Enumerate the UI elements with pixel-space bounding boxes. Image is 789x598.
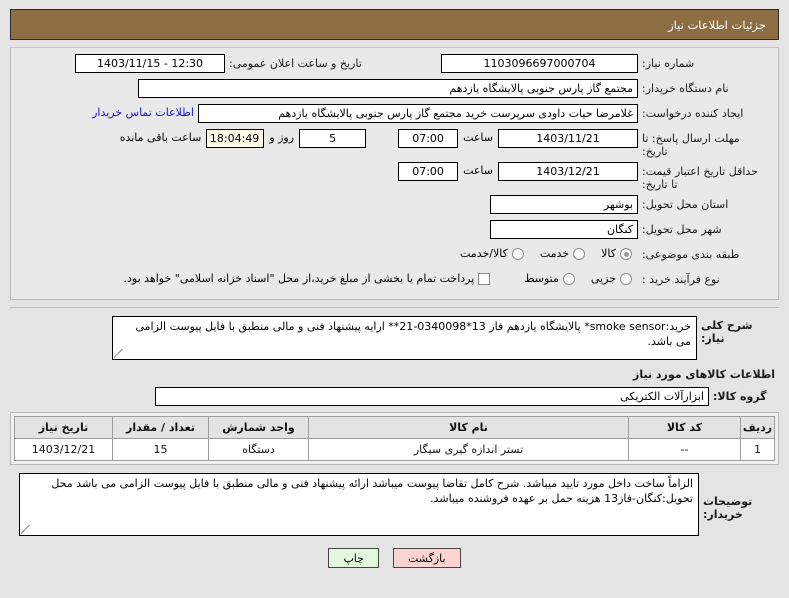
- radio-category-khedmat[interactable]: [573, 248, 586, 260]
- label-process-motavasset: متوسط: [524, 272, 559, 285]
- cell-unit: دستگاه: [208, 438, 309, 461]
- row-need-description: شرح کلی نیاز: خرید:smoke sensor* پالایشگ…: [10, 316, 779, 360]
- cell-need-date: 1403/12/21: [14, 438, 113, 461]
- goods-table: ردیف کد کالا نام کالا واحد شمارش تعداد /…: [14, 416, 775, 461]
- row-buyer-notes: توضیحات خریدار: الزاماً ساخت داخل مورد ت…: [10, 473, 779, 536]
- radio-category-kala-khedmat[interactable]: [511, 248, 524, 260]
- row-buyer-org: نام دستگاه خریدار: مجتمع گاز پارس جنوبی …: [19, 79, 770, 100]
- row-category: طبقه بندی موضوعی: کالا خدمت کالا/خدمت: [19, 245, 770, 266]
- col-name: نام کالا: [308, 416, 629, 439]
- divider-after-form: [10, 307, 779, 308]
- table-row[interactable]: 1 -- تستر اندازه گیری سیگار دستگاه 15 14…: [14, 438, 775, 461]
- cell-code: --: [628, 438, 741, 461]
- back-button[interactable]: بازگشت: [392, 548, 461, 568]
- label-requester: ایجاد کننده درخواست:: [642, 107, 744, 120]
- page-title: جزئیات اطلاعات نیاز: [668, 17, 766, 32]
- field-price-validity-date[interactable]: 1403/12/21: [498, 162, 638, 181]
- field-remaining-days[interactable]: 5: [299, 129, 367, 148]
- label-category: طبقه بندی موضوعی:: [642, 248, 740, 261]
- textarea-buyer-notes[interactable]: الزاماً ساخت داخل مورد تایید میباشد. شرح…: [19, 473, 699, 536]
- buyer-contact-link[interactable]: اطلاعات تماس خریدار: [88, 104, 198, 119]
- label-process-jozi: جزیی: [590, 272, 616, 285]
- label-response-deadline-time: ساعت: [463, 131, 493, 144]
- field-public-announce[interactable]: 12:30 - 1403/11/15: [75, 54, 225, 73]
- radio-process-jozi[interactable]: [620, 273, 632, 285]
- cell-qty: 15: [112, 438, 209, 461]
- print-button[interactable]: چاپ: [328, 548, 379, 568]
- field-need-number[interactable]: 1103096697000704: [441, 54, 638, 73]
- checkbox-treasury-documents[interactable]: [478, 273, 491, 285]
- field-requester[interactable]: غلامرضا حیات داودی سرپرست خرید مجتمع گاز…: [198, 104, 638, 123]
- row-goods-group: گروه کالا: ابزارآلات الکتریکی: [10, 387, 779, 408]
- label-treasury-documents: پرداخت تمام یا بخشی از مبلغ خرید،از محل …: [123, 272, 475, 285]
- label-city: شهر محل تحویل:: [642, 223, 722, 236]
- row-process-type: نوع فرآیند خرید : جزیی متوسط پرداخت تمام…: [19, 270, 770, 291]
- goods-section: اطلاعات کالاهای مورد نیاز گروه کالا: ابز…: [10, 368, 779, 465]
- label-remaining-days: روز و: [269, 131, 295, 144]
- cell-radif: 1: [740, 438, 775, 461]
- goods-table-wrapper: ردیف کد کالا نام کالا واحد شمارش تعداد /…: [10, 412, 779, 465]
- radio-category-kala[interactable]: [620, 248, 632, 260]
- col-code: کد کالا: [628, 416, 741, 439]
- table-header-row: ردیف کد کالا نام کالا واحد شمارش تعداد /…: [14, 416, 775, 439]
- label-price-validity-time: ساعت: [463, 164, 493, 177]
- field-response-deadline-date[interactable]: 1403/11/21: [498, 129, 638, 148]
- label-need-number: شماره نیاز:: [642, 57, 695, 70]
- need-details-panel: شماره نیاز: 1103096697000704 تاریخ و ساع…: [10, 47, 779, 300]
- label-goods-group: گروه کالا:: [713, 390, 767, 403]
- label-public-announce: تاریخ و ساعت اعلان عمومی:: [229, 57, 362, 70]
- page-root: جزئیات اطلاعات نیاز شماره نیاز: 11030966…: [0, 9, 789, 598]
- cell-name: تستر اندازه گیری سیگار: [308, 438, 629, 461]
- field-buyer-org[interactable]: مجتمع گاز پارس جنوبی پالایشگاه یازدهم: [138, 79, 638, 98]
- goods-section-heading: اطلاعات کالاهای مورد نیاز: [633, 368, 775, 381]
- label-process-type: نوع فرآیند خرید :: [642, 273, 720, 286]
- row-need-number: شماره نیاز: 1103096697000704 تاریخ و ساع…: [19, 54, 770, 75]
- label-province: استان محل تحویل:: [642, 198, 729, 211]
- action-buttons: بازگشت چاپ: [0, 548, 789, 568]
- label-buyer-org: نام دستگاه خریدار:: [642, 82, 729, 95]
- field-response-deadline-time[interactable]: 07:00: [398, 129, 459, 148]
- label-category-kala: کالا: [601, 247, 616, 260]
- col-unit: واحد شمارش: [208, 416, 309, 439]
- field-goods-group[interactable]: ابزارآلات الکتریکی: [155, 387, 709, 406]
- row-response-deadline: مهلت ارسال پاسخ: تا تاریخ: 1403/11/21 سا…: [19, 129, 770, 158]
- label-category-kala-khedmat: کالا/خدمت: [460, 247, 508, 260]
- col-radif: ردیف: [740, 416, 775, 439]
- label-need-description: شرح کلی نیاز:: [701, 319, 753, 345]
- row-province: استان محل تحویل: بوشهر: [19, 195, 770, 216]
- field-province[interactable]: بوشهر: [490, 195, 638, 214]
- label-remaining-suffix: ساعت باقی مانده: [119, 131, 202, 144]
- textarea-need-description[interactable]: خرید:smoke sensor* پالایشگاه یازدهم فاز …: [112, 316, 697, 360]
- label-buyer-notes: توضیحات خریدار:: [703, 495, 753, 521]
- col-need-date: تاریخ نیاز: [14, 416, 113, 439]
- radio-process-motavasset[interactable]: [562, 273, 575, 285]
- field-price-validity-time[interactable]: 07:00: [398, 162, 459, 181]
- row-requester: ایجاد کننده درخواست: غلامرضا حیات داودی …: [19, 104, 770, 125]
- row-price-validity: حداقل تاریخ اعتبار قیمت: تا تاریخ: 1403/…: [19, 162, 770, 191]
- label-price-validity: حداقل تاریخ اعتبار قیمت: تا تاریخ:: [642, 165, 758, 191]
- field-remaining-time: 18:04:49: [206, 129, 265, 148]
- label-category-khedmat: خدمت: [539, 247, 570, 260]
- row-city: شهر محل تحویل: کنگان: [19, 220, 770, 241]
- page-header: جزئیات اطلاعات نیاز: [10, 9, 779, 40]
- label-response-deadline: مهلت ارسال پاسخ: تا تاریخ:: [642, 132, 740, 158]
- field-city[interactable]: کنگان: [490, 220, 638, 239]
- col-qty: تعداد / مقدار: [112, 416, 209, 439]
